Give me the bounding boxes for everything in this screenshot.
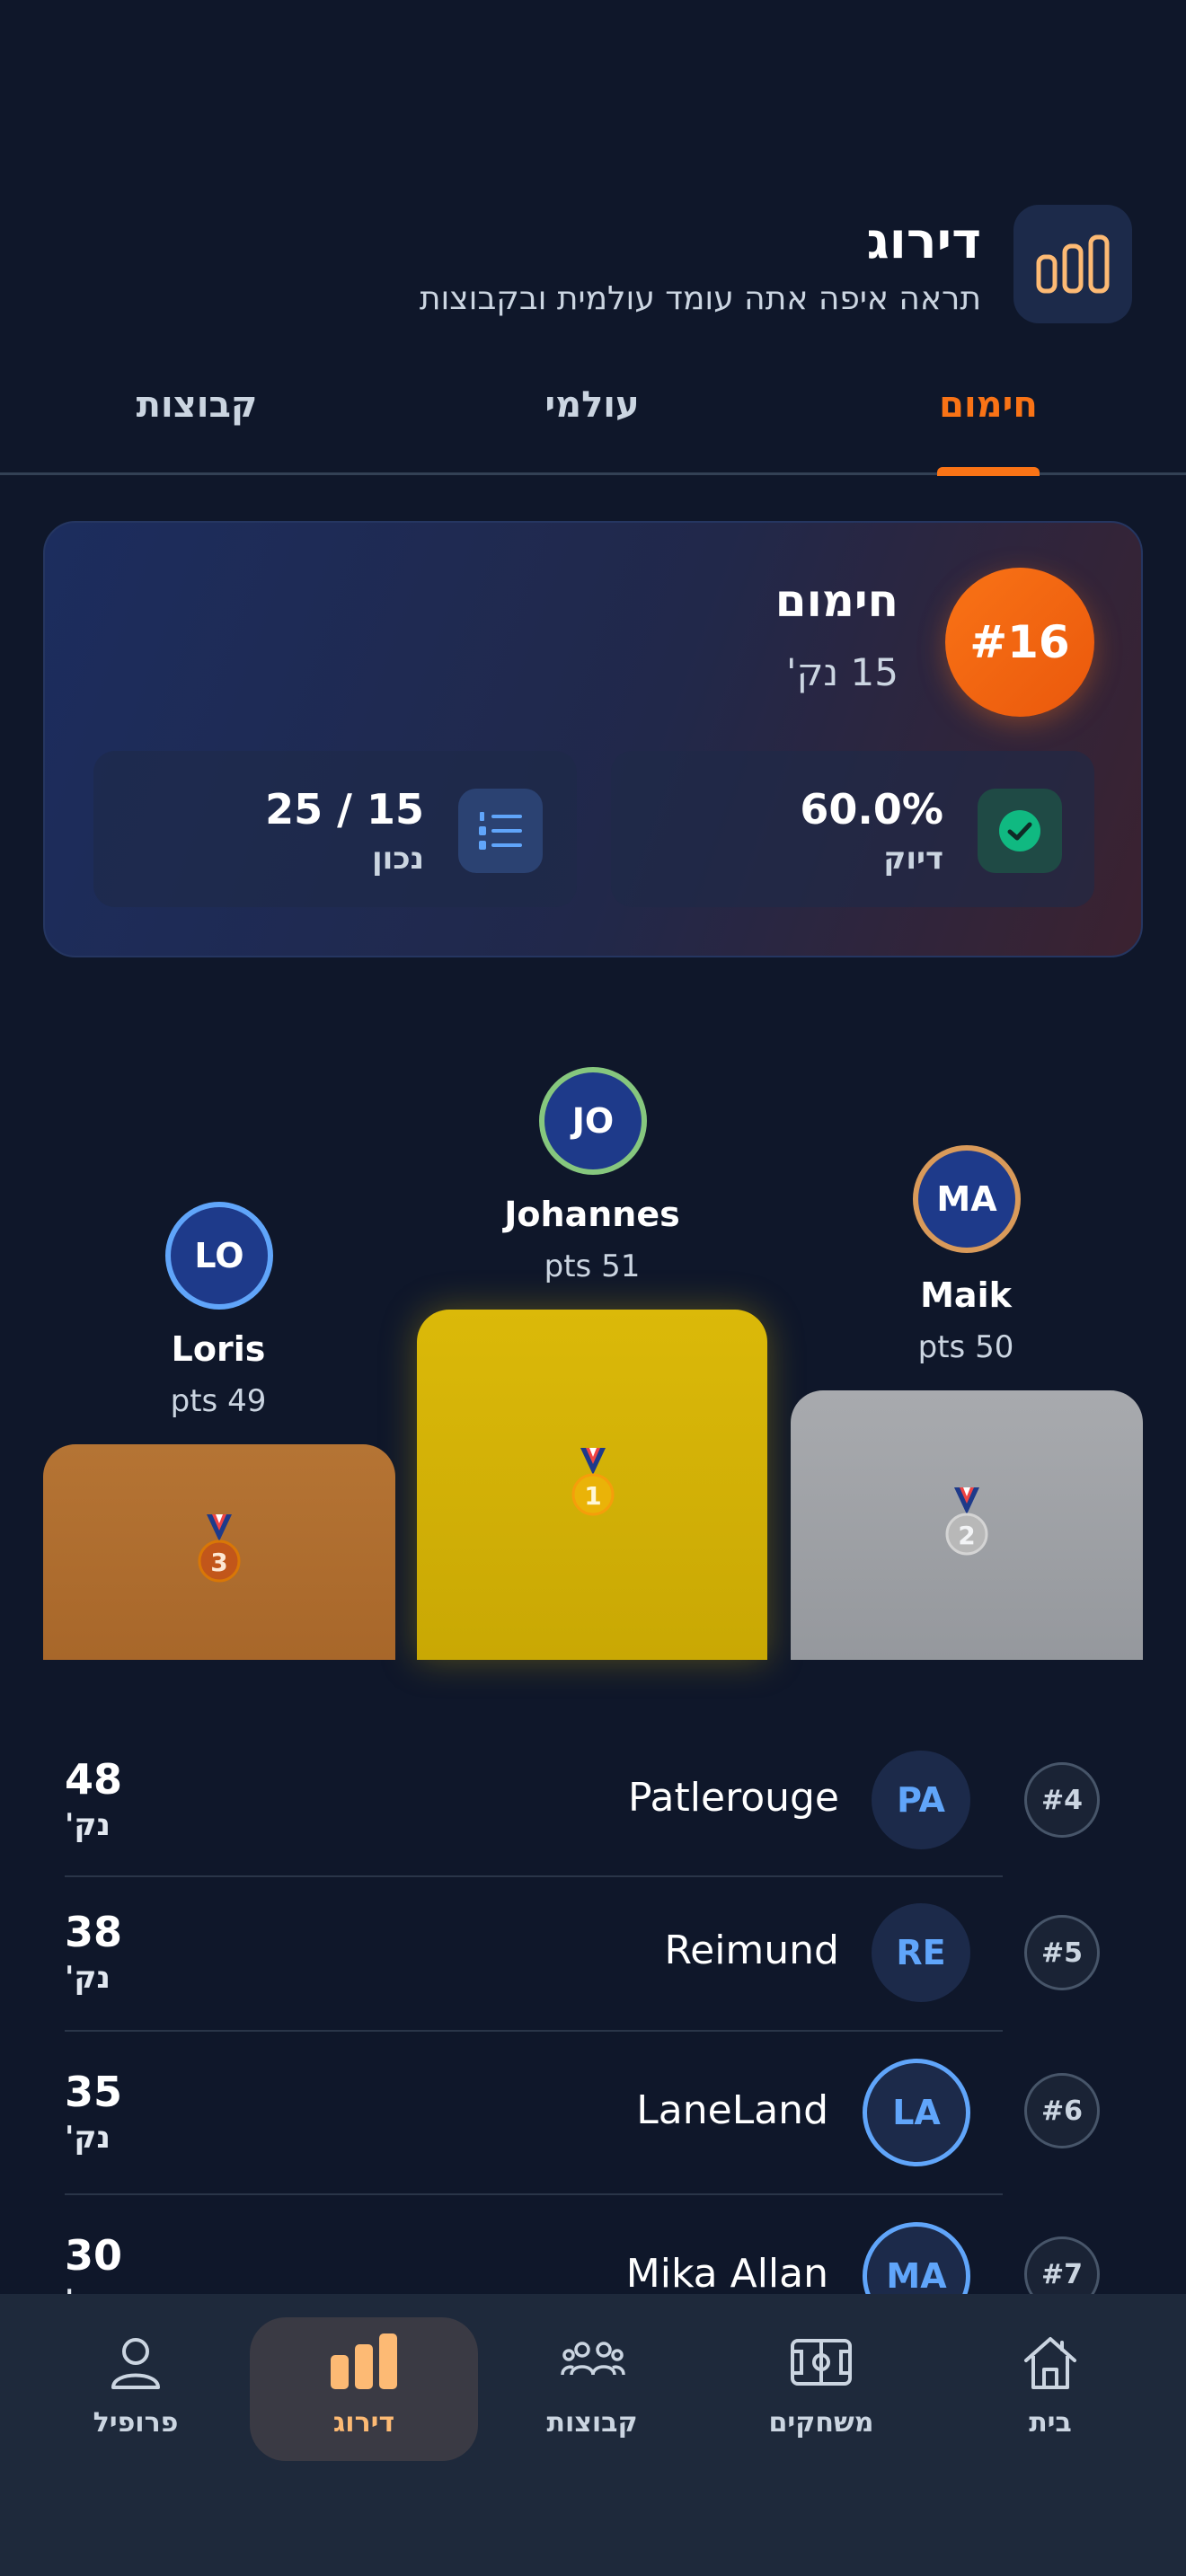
- podium-points-first: pts 51: [544, 1248, 641, 1284]
- leaderboard-icon[interactable]: [329, 2333, 399, 2389]
- numbered-list-icon: [458, 789, 543, 873]
- page-subtitle: תראה איפה אתה עומד עולמית ובקבוצות: [419, 280, 981, 317]
- nav-label-games[interactable]: משחקים: [713, 2407, 929, 2439]
- accuracy-value: 60.0%: [800, 785, 943, 834]
- podium-name-first: Johannes: [504, 1195, 680, 1234]
- row-points-unit: נק': [65, 2120, 111, 2156]
- podium-avatar-third[interactable]: LO: [165, 1202, 273, 1310]
- home-icon[interactable]: [1019, 2332, 1082, 2395]
- svg-text:3: 3: [210, 1548, 227, 1577]
- podium-avatar-second[interactable]: MA: [913, 1145, 1021, 1253]
- correct-label: נכון: [371, 841, 424, 877]
- podium-avatar-first[interactable]: JO: [539, 1067, 647, 1175]
- svg-text:2: 2: [958, 1521, 975, 1550]
- svg-text:1: 1: [584, 1481, 601, 1511]
- row-avatar[interactable]: PA: [872, 1751, 970, 1849]
- row-divider: [65, 1875, 1003, 1877]
- row-rank-badge: #4: [1024, 1762, 1100, 1838]
- row-points: 38: [65, 1908, 123, 1956]
- row-points-unit: נק': [65, 1960, 111, 1996]
- row-name[interactable]: LaneLand: [636, 2087, 828, 2133]
- nav-label-profile[interactable]: פרופיל: [28, 2407, 243, 2439]
- row-divider: [65, 2030, 1003, 2032]
- podium-points-third: pts 49: [170, 1383, 267, 1419]
- bronze-medal-icon: 3: [198, 1514, 241, 1583]
- row-points-unit: נק': [65, 1807, 111, 1843]
- tab-global[interactable]: עולמי: [475, 384, 709, 426]
- podium-name-third: Loris: [171, 1329, 266, 1369]
- row-avatar[interactable]: LA: [863, 2059, 970, 2166]
- row-divider: [65, 2193, 1003, 2195]
- active-tab-indicator: [937, 467, 1040, 476]
- podium-points-second: pts 50: [917, 1329, 1014, 1365]
- accuracy-label: דיוק: [883, 841, 943, 877]
- row-name[interactable]: Reimund: [665, 1928, 839, 1973]
- my-rank-name: חימום: [774, 575, 898, 627]
- silver-medal-icon: 2: [945, 1487, 988, 1556]
- check-circle-icon: [978, 789, 1062, 873]
- page-title: דירוג: [866, 212, 981, 270]
- nav-label-ranking[interactable]: דירוג: [256, 2407, 472, 2439]
- row-name[interactable]: Patlerouge: [628, 1775, 839, 1821]
- groups-icon[interactable]: [561, 2339, 625, 2384]
- row-points: 35: [65, 2068, 123, 2116]
- profile-icon[interactable]: [106, 2333, 165, 2393]
- row-avatar[interactable]: RE: [872, 1903, 970, 2002]
- field-icon[interactable]: [789, 2337, 854, 2387]
- podium-name-second: Maik: [920, 1275, 1012, 1315]
- row-points: 30: [65, 2231, 123, 2280]
- tab-groups[interactable]: קבוצות: [80, 384, 314, 426]
- tab-warmup[interactable]: חימום: [872, 384, 1105, 426]
- my-rank-badge: #16: [945, 568, 1094, 717]
- correct-value: 25 / 15: [265, 785, 424, 834]
- leaderboard-icon: [1036, 234, 1110, 294]
- nav-label-home[interactable]: בית: [943, 2407, 1158, 2439]
- gold-medal-icon: 1: [571, 1448, 615, 1516]
- my-rank-points: 15 נק': [786, 650, 898, 694]
- row-name[interactable]: Mika Allan: [626, 2251, 828, 2297]
- row-rank-badge: #6: [1024, 2073, 1100, 2148]
- nav-label-groups[interactable]: קבוצות: [484, 2407, 700, 2439]
- row-points: 48: [65, 1755, 123, 1804]
- header-icon-box: [1013, 205, 1132, 323]
- row-rank-badge: #5: [1024, 1915, 1100, 1990]
